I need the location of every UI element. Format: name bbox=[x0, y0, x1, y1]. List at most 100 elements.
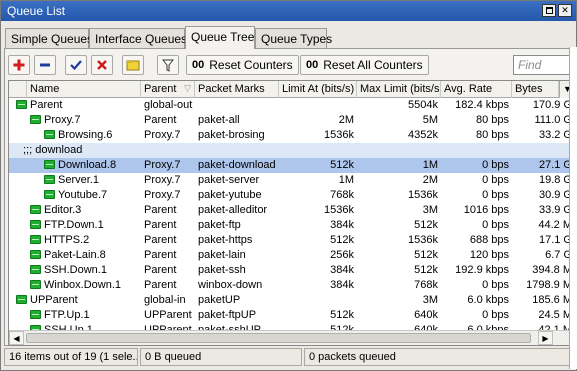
cell-parent: Parent bbox=[144, 279, 177, 291]
cell-avg-rate: 182.4 kbps bbox=[455, 99, 509, 111]
table-row[interactable]: SSH.Down.1 Parent paket-ssh 384k 512k 192.9 k… bbox=[9, 263, 575, 278]
cell-packet-marks: paketUP bbox=[198, 294, 241, 306]
header-spacer bbox=[9, 81, 27, 98]
queue-icon bbox=[30, 220, 41, 229]
reset-all-counters-label: Reset All Counters bbox=[323, 58, 423, 72]
cell-packet-marks: paket-ftpUP bbox=[198, 309, 257, 321]
cell-limit-at bbox=[279, 293, 357, 308]
cell-limit-at: 512k bbox=[330, 234, 354, 246]
tab-interface-queues[interactable]: Interface Queues bbox=[89, 28, 187, 48]
tab-simple-queues[interactable]: Simple Queues bbox=[5, 28, 93, 48]
cell-avg-rate: 6.0 kbps bbox=[467, 294, 509, 306]
cell-parent: Parent bbox=[144, 204, 177, 216]
comment-row[interactable]: ;;; download bbox=[9, 143, 575, 158]
cell-limit-at: 384k bbox=[330, 264, 354, 276]
comment-button[interactable] bbox=[122, 55, 144, 75]
cell-bytes: 30.9 G bbox=[538, 189, 572, 201]
cell-parent: Proxy.7 bbox=[144, 159, 181, 171]
scroll-left-button[interactable]: ◀ bbox=[9, 331, 24, 345]
cell-name: Parent bbox=[13, 98, 141, 113]
cell-avg-rate: 0 bps bbox=[482, 279, 509, 291]
cell-name: SSH.Down.1 bbox=[27, 263, 141, 278]
table-row[interactable]: UPParent global-in paketUP 3M 6.0 kbps 185.6 … bbox=[9, 293, 575, 308]
cell-limit-at: 1536k bbox=[324, 204, 354, 216]
cell-name: Paket-Lain.8 bbox=[27, 248, 141, 263]
cell-name: Server.1 bbox=[41, 173, 141, 188]
cell-bytes: 170.9 G bbox=[532, 99, 572, 111]
disable-button[interactable] bbox=[91, 55, 113, 75]
table-row[interactable]: Download.8 Proxy.7 paket-download 512k 1M 0 b… bbox=[9, 158, 575, 173]
cell-max-limit: 2M bbox=[422, 174, 438, 186]
add-button[interactable] bbox=[8, 55, 30, 75]
cell-max-limit: 1536k bbox=[408, 189, 438, 201]
cell-avg-rate: 0 bps bbox=[482, 159, 509, 171]
filter-button[interactable] bbox=[157, 55, 179, 75]
queue-name: Youtube.7 bbox=[58, 189, 108, 201]
cell-avg-rate: 0 bps bbox=[482, 219, 509, 231]
col-max-limit[interactable]: Max Limit (bits/s) bbox=[357, 81, 441, 98]
cell-parent: Parent bbox=[144, 219, 177, 231]
restore-icon bbox=[546, 7, 553, 14]
restore-button[interactable] bbox=[542, 4, 556, 17]
cell-avg-rate: 1016 bps bbox=[463, 204, 509, 216]
cell-parent: Parent bbox=[144, 234, 177, 246]
tab-queue-tree[interactable]: Queue Tree bbox=[185, 26, 255, 49]
window-side-scrollbar[interactable] bbox=[569, 47, 577, 369]
tab-queue-types[interactable]: Queue Types bbox=[255, 28, 332, 48]
close-button[interactable]: ✕ bbox=[558, 4, 572, 17]
scroll-thumb[interactable] bbox=[26, 333, 531, 343]
cell-parent: UPParent bbox=[144, 309, 192, 321]
cell-packet-marks: paket-alleditor bbox=[198, 204, 268, 216]
table-row[interactable]: Browsing.6 Proxy.7 paket-brosing 1536k 4352k… bbox=[9, 128, 575, 143]
cell-max-limit: 3M bbox=[422, 204, 438, 216]
cell-name: FTP.Up.1 bbox=[27, 308, 141, 323]
cell-limit-at: 384k bbox=[330, 279, 354, 291]
table-row[interactable]: FTP.Down.1 Parent paket-ftp 384k 512k 0 bps 44… bbox=[9, 218, 575, 233]
table-row[interactable]: Editor.3 Parent paket-alleditor 1536k 3M 1016… bbox=[9, 203, 575, 218]
col-avg-rate[interactable]: Avg. Rate bbox=[441, 81, 512, 98]
horizontal-scrollbar[interactable]: ◀ ▶ bbox=[9, 330, 575, 345]
find-input[interactable]: Find bbox=[513, 55, 571, 75]
cell-max-limit: 1M bbox=[422, 159, 438, 171]
scroll-right-button[interactable]: ▶ bbox=[538, 331, 553, 345]
cell-max-limit: 3M bbox=[422, 294, 438, 306]
reset-counters-button[interactable]: 00 Reset Counters bbox=[186, 55, 299, 75]
reset-all-counters-button[interactable]: 00 Reset All Counters bbox=[300, 55, 429, 75]
table-row[interactable]: Server.1 Proxy.7 paket-server 1M 2M 0 bps 19.8… bbox=[9, 173, 575, 188]
queue-icon bbox=[44, 190, 55, 199]
table-header: Name Parent ▽ Packet Marks Limit At (bit… bbox=[9, 81, 575, 98]
cell-packet-marks: paket-lain bbox=[198, 249, 246, 261]
cell-parent: Proxy.7 bbox=[144, 189, 181, 201]
table-row[interactable]: Youtube.7 Proxy.7 paket-yutube 768k 1536k 0 b… bbox=[9, 188, 575, 203]
queue-name: SSH.Down.1 bbox=[44, 264, 107, 276]
table-row[interactable]: HTTPS.2 Parent paket-https 512k 1536k 688 bps… bbox=[9, 233, 575, 248]
cell-parent: Proxy.7 bbox=[144, 129, 181, 141]
enable-button[interactable] bbox=[65, 55, 87, 75]
queue-name: Paket-Lain.8 bbox=[44, 249, 106, 261]
cell-parent: Proxy.7 bbox=[144, 174, 181, 186]
col-name[interactable]: Name bbox=[27, 81, 141, 98]
cell-bytes: 33.2 G bbox=[538, 129, 572, 141]
col-bytes[interactable]: Bytes bbox=[512, 81, 559, 98]
cell-max-limit: 512k bbox=[414, 219, 438, 231]
table-row[interactable]: Winbox.Down.1 Parent winbox-down 384k 768k 0 … bbox=[9, 278, 575, 293]
note-icon bbox=[126, 60, 140, 70]
col-limit-at[interactable]: Limit At (bits/s) bbox=[279, 81, 357, 98]
queue-icon bbox=[44, 130, 55, 139]
cell-bytes: 44.2 M bbox=[538, 219, 572, 231]
cell-bytes: 33.9 G bbox=[538, 204, 572, 216]
col-parent[interactable]: Parent ▽ bbox=[141, 81, 195, 98]
queue-icon bbox=[30, 265, 41, 274]
table-row[interactable]: Paket-Lain.8 Parent paket-lain 256k 512k 120 … bbox=[9, 248, 575, 263]
title-bar[interactable]: Queue List ✕ bbox=[1, 1, 576, 21]
cell-avg-rate: 80 bps bbox=[475, 114, 509, 126]
table-row[interactable]: Proxy.7 Parent paket-all 2M 5M 80 bps 111.0 G bbox=[9, 113, 575, 128]
cell-avg-rate: 0 bps bbox=[482, 174, 509, 186]
reset-counters-label: Reset Counters bbox=[209, 58, 293, 72]
table-row[interactable]: Parent global-out 5504k 182.4 kbps 170.9 G bbox=[9, 98, 575, 113]
col-packet-marks[interactable]: Packet Marks bbox=[195, 81, 279, 98]
table-row[interactable]: FTP.Up.1 UPParent paket-ftpUP 512k 640k 0 bps… bbox=[9, 308, 575, 323]
remove-button[interactable] bbox=[34, 55, 56, 75]
cell-max-limit: 1536k bbox=[408, 234, 438, 246]
cell-name: Editor.3 bbox=[27, 203, 141, 218]
